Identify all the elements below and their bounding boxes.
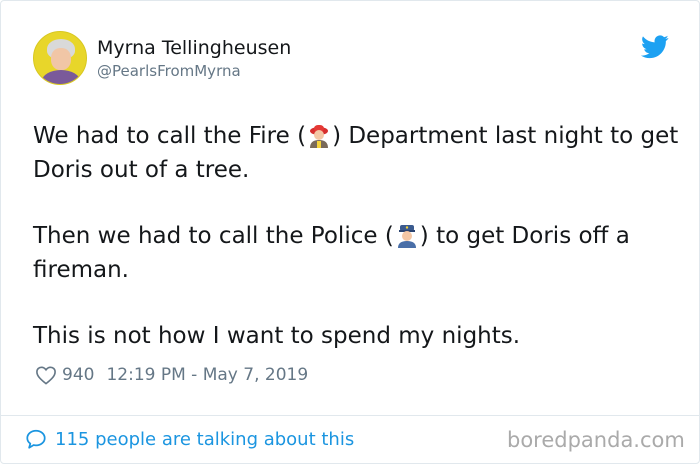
tweet-meta: 940 12:19 PM - May 7, 2019 <box>35 365 308 385</box>
avatar[interactable] <box>33 31 87 85</box>
watermark: boredpanda.com <box>507 428 685 452</box>
tweet-text: We had to call the Fire ( ) Department l… <box>33 119 683 385</box>
tweet-paragraph-2: Then we had to call the Police ( ) to ge… <box>33 223 630 283</box>
author-names: Myrna Tellingheusen @PearlsFromMyrna <box>97 36 291 81</box>
tweet-header: Myrna Tellingheusen @PearlsFromMyrna <box>33 31 291 85</box>
heart-icon[interactable] <box>35 365 57 385</box>
tweet-timestamp[interactable]: 12:19 PM - May 7, 2019 <box>106 365 308 385</box>
firefighter-emoji <box>310 125 329 148</box>
police-officer-emoji <box>397 225 416 248</box>
tweet-paragraph-3: This is not how I want to spend my night… <box>33 323 521 349</box>
tweet-paragraph-1: We had to call the Fire ( ) Department l… <box>33 123 679 183</box>
author-display-name[interactable]: Myrna Tellingheusen <box>97 36 291 60</box>
talking-about-link[interactable]: 115 people are talking about this <box>25 428 354 450</box>
tweet-card: Myrna Tellingheusen @PearlsFromMyrna We … <box>0 0 700 464</box>
author-handle[interactable]: @PearlsFromMyrna <box>97 61 291 81</box>
like-count[interactable]: 940 <box>62 365 94 385</box>
twitter-bird-icon[interactable] <box>641 35 669 59</box>
talking-about-label: 115 people are talking about this <box>55 428 355 450</box>
speech-bubble-icon <box>26 429 46 449</box>
footer-divider <box>1 415 699 416</box>
